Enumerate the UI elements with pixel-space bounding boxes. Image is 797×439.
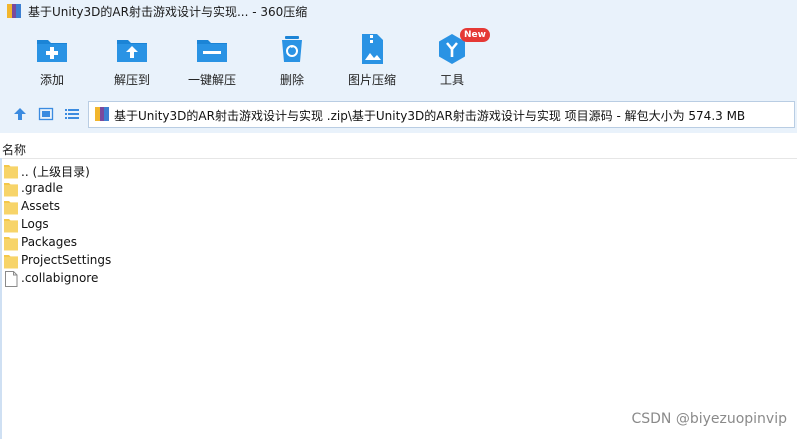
new-badge: New <box>460 28 490 42</box>
one-click-extract-icon <box>197 40 227 62</box>
add-button[interactable]: 添加 <box>12 32 92 92</box>
list-item-logs[interactable]: Logs <box>4 216 304 234</box>
zip-app-icon <box>7 4 21 18</box>
delete-button[interactable]: 删除 <box>252 32 332 92</box>
path-field[interactable]: 基于Unity3D的AR射击游戏设计与实现 .zip\基于Unity3D的AR射… <box>88 101 795 128</box>
list-item-projectsettings[interactable]: ProjectSettings <box>4 252 304 270</box>
left-edge-border <box>0 158 2 439</box>
item-name: Packages <box>21 235 77 249</box>
add-icon <box>37 40 67 62</box>
list-item-packages[interactable]: Packages <box>4 234 304 252</box>
add-button-label: 添加 <box>39 73 64 87</box>
item-name: .collabignore <box>21 271 99 285</box>
file-list: .. (上级目录) .gradle Assets Logs Packages P… <box>4 162 304 288</box>
folder-icon <box>4 219 18 233</box>
one-click-extract-button[interactable]: 一键解压 <box>172 32 252 92</box>
folder-icon <box>4 255 18 269</box>
folder-icon <box>4 201 18 215</box>
tools-label: 工具 <box>439 73 464 87</box>
item-name: ProjectSettings <box>21 253 112 267</box>
list-item-gradle[interactable]: .gradle <box>4 180 304 198</box>
item-name: .gradle <box>21 181 64 195</box>
main-toolbar: 添加 解压到 一键解压 删除 图片压缩 New 工具 <box>0 22 797 96</box>
tools-button[interactable]: New 工具 <box>412 28 492 92</box>
list-view-icon[interactable] <box>64 106 80 122</box>
thumbnail-view-icon[interactable] <box>38 106 54 122</box>
file-icon <box>5 271 18 287</box>
folder-icon <box>4 237 18 251</box>
list-item-assets[interactable]: Assets <box>4 198 304 216</box>
extract-to-button[interactable]: 解压到 <box>92 32 172 92</box>
address-bar: 基于Unity3D的AR射击游戏设计与实现 .zip\基于Unity3D的AR射… <box>0 96 797 133</box>
up-arrow-icon[interactable] <box>12 106 28 122</box>
item-name: Assets <box>21 199 61 213</box>
image-compress-label: 图片压缩 <box>347 73 396 87</box>
list-item-collabignore[interactable]: .collabignore <box>4 270 304 288</box>
csdn-watermark: CSDN @biyezuopinvip <box>631 411 787 427</box>
image-compress-button[interactable]: 图片压缩 <box>332 32 412 92</box>
list-item-parent-dir[interactable]: .. (上级目录) <box>4 162 304 180</box>
one-click-extract-label: 一键解压 <box>187 73 236 87</box>
name-column-label: 名称 <box>2 143 27 157</box>
window-title: 基于Unity3D的AR射击游戏设计与实现... - 360压缩 <box>28 5 308 19</box>
folder-icon <box>4 165 18 179</box>
item-name: Logs <box>21 217 49 231</box>
image-compress-icon <box>362 34 383 64</box>
name-column-header[interactable]: 名称 <box>0 138 797 159</box>
folder-icon <box>4 183 18 197</box>
delete-icon <box>282 36 302 62</box>
delete-label: 删除 <box>279 73 304 87</box>
extract-to-icon <box>117 40 147 62</box>
item-name: .. (上级目录) <box>21 165 90 179</box>
path-text: 基于Unity3D的AR射击游戏设计与实现 .zip\基于Unity3D的AR射… <box>114 109 746 123</box>
zip-file-icon <box>95 107 109 121</box>
extract-to-label: 解压到 <box>113 73 150 87</box>
title-bar: 基于Unity3D的AR射击游戏设计与实现... - 360压缩 <box>0 0 797 22</box>
